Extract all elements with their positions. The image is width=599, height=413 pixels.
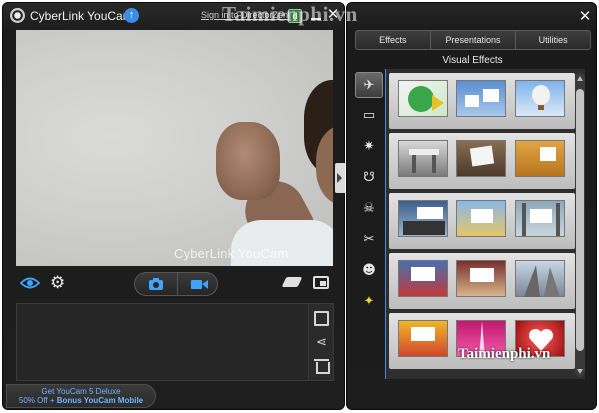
- effects-thumbnail-grid: [385, 69, 585, 379]
- trash-icon[interactable]: [314, 358, 330, 374]
- capture-controls: ⚙: [3, 269, 346, 299]
- tab-effects[interactable]: Effects: [356, 31, 431, 49]
- gallery-toolbar: ⋖: [309, 303, 334, 381]
- effect-thumbnail[interactable]: [515, 80, 565, 117]
- effect-thumbnail[interactable]: [398, 140, 448, 177]
- effect-thumbnail[interactable]: [398, 80, 448, 117]
- particle-effect-icon[interactable]: ✈: [355, 72, 383, 98]
- effect-thumbnail[interactable]: [515, 200, 565, 237]
- effect-thumbnail[interactable]: [456, 200, 506, 237]
- effect-thumbnail[interactable]: [515, 140, 565, 177]
- youcam-main-window: CyberLink YouCam ↑ Sign in to DirectorZo…: [2, 2, 345, 410]
- effect-thumbnail[interactable]: [515, 260, 565, 297]
- effect-category-bar: ✈ ▭ ✷ ☋ ☠ ✂ ☻ ✦: [353, 69, 384, 379]
- scroll-down-icon[interactable]: [577, 369, 583, 374]
- preview-fist: [216, 122, 280, 200]
- photo-capture-button[interactable]: [135, 273, 178, 295]
- frame-icon[interactable]: ▭: [355, 103, 383, 129]
- close-panel-icon[interactable]: ✕: [577, 7, 593, 25]
- effect-thumbnail[interactable]: [398, 200, 448, 237]
- upload-icon[interactable]: ↑: [124, 8, 139, 23]
- effect-thumbnail[interactable]: [456, 260, 506, 297]
- panel-tabs: Effects Presentations Utilities: [355, 30, 591, 50]
- upgrade-promo-button[interactable]: Get YouCam 5 Deluxe 50% Off + Bonus YouC…: [6, 384, 156, 408]
- effects-row: [389, 193, 575, 249]
- effect-thumbnail[interactable]: [398, 320, 448, 357]
- site-watermark-bottom: Taimienphi.vn: [458, 346, 551, 362]
- webcam-preview: CyberLink YouCam: [16, 30, 333, 266]
- video-capture-button[interactable]: [178, 273, 220, 295]
- picture-in-picture-icon[interactable]: [313, 276, 329, 289]
- promo-line-1: Get YouCam 5 Deluxe: [41, 387, 121, 396]
- expand-panel-handle[interactable]: [335, 163, 345, 193]
- section-title: Visual Effects: [442, 55, 503, 66]
- scroll-thumb[interactable]: [576, 89, 584, 351]
- export-icon[interactable]: [314, 311, 329, 326]
- effects-row: [389, 133, 575, 189]
- eye-icon[interactable]: [20, 276, 40, 290]
- preview-watermark: CyberLink YouCam: [174, 246, 289, 261]
- effects-scrollbar[interactable]: [575, 73, 585, 377]
- effect-thumbnail[interactable]: [398, 260, 448, 297]
- eraser-icon[interactable]: [281, 277, 303, 287]
- video-camera-icon: [191, 280, 208, 289]
- capture-mode-toggle: [134, 272, 218, 296]
- gear-icon[interactable]: ⚙: [50, 274, 68, 292]
- star-icon[interactable]: ✦: [355, 289, 383, 315]
- tab-utilities[interactable]: Utilities: [516, 31, 590, 49]
- magic-wand-icon[interactable]: ✷: [355, 134, 383, 160]
- promo-discount: 50% Off +: [18, 396, 57, 405]
- promo-line-2: 50% Off + Bonus YouCam Mobile: [7, 396, 155, 405]
- camera-icon: [149, 278, 163, 290]
- share-icon[interactable]: ⋖: [314, 334, 329, 349]
- effects-row: [389, 253, 575, 309]
- effect-thumbnail[interactable]: [456, 140, 506, 177]
- effect-thumbnail[interactable]: [456, 80, 506, 117]
- app-title: CyberLink YouCam: [30, 9, 133, 23]
- promo-bonus: Bonus YouCam Mobile: [56, 396, 144, 405]
- distortion-icon[interactable]: ✂: [355, 227, 383, 253]
- effects-row: [389, 73, 575, 129]
- mask-icon[interactable]: ☋: [355, 165, 383, 191]
- site-watermark-top: Taimienphi.vn: [222, 2, 358, 26]
- avatar-icon[interactable]: ☠: [355, 196, 383, 222]
- tab-presentations[interactable]: Presentations: [431, 31, 517, 49]
- emotion-icon[interactable]: ☻: [355, 258, 383, 284]
- capture-gallery[interactable]: [16, 303, 309, 381]
- scroll-up-icon[interactable]: [577, 76, 583, 81]
- youcam-logo-icon: [10, 8, 25, 23]
